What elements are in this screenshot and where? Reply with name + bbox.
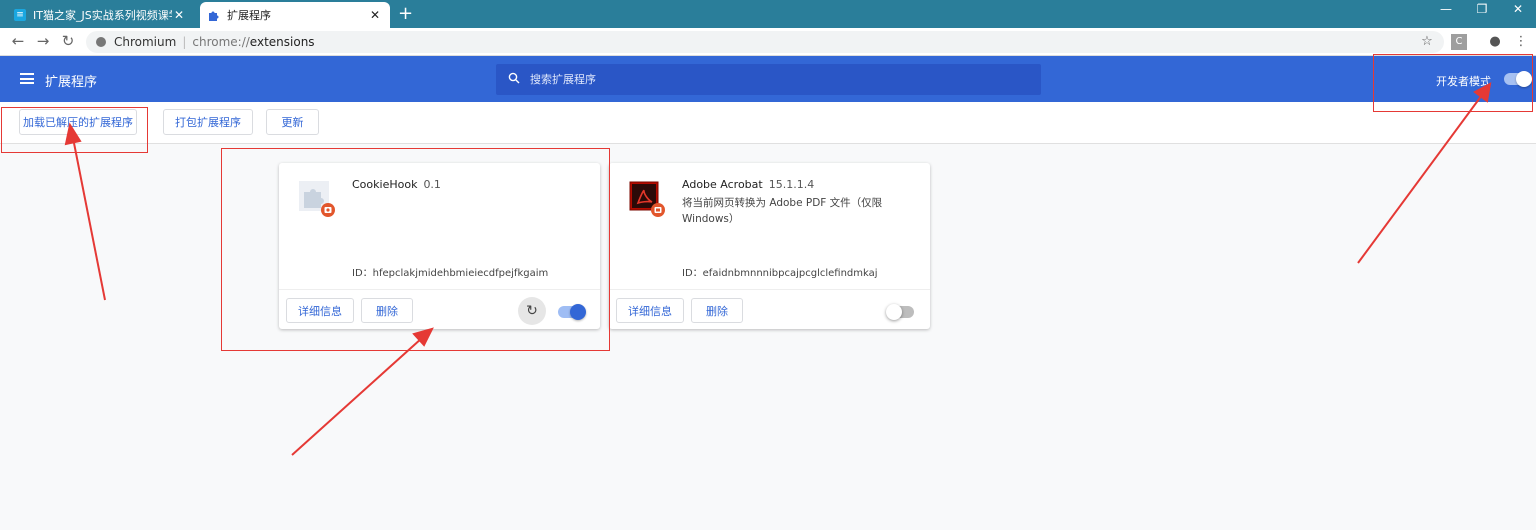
arrow-line	[291, 337, 423, 456]
annotation-box-load-unpacked	[1, 107, 148, 153]
tab-strip: ≡ IT猫之家_JS实战系列视频课学_小 ✕ 扩展程序 ✕ + — ❐ ✕	[0, 0, 1536, 28]
more-menu-icon[interactable]: ⋮	[1512, 34, 1530, 49]
close-icon[interactable]: ✕	[368, 8, 382, 22]
back-icon[interactable]: ←	[8, 32, 28, 50]
extension-id: ID：efaidnbmnnnibpcajpcglclefindmkaj	[682, 268, 878, 279]
extension-enable-toggle[interactable]	[886, 304, 914, 320]
page-icon: ≡	[14, 9, 26, 21]
address-toolbar: ← → ↻ Chromium | chrome:// extensions ☆ …	[0, 28, 1536, 56]
profile-icon[interactable]: ●	[1486, 34, 1504, 49]
close-icon[interactable]: ✕	[172, 8, 186, 22]
annotation-box-extension-card	[221, 148, 610, 351]
extension-version: 15.1.1.4	[768, 178, 815, 191]
extension-description: 将当前网页转换为 Adobe PDF 文件（仅限 Windows）	[682, 197, 883, 225]
forward-icon[interactable]: →	[33, 32, 53, 50]
close-window-icon[interactable]: ✕	[1503, 2, 1533, 16]
update-button[interactable]: 更新	[266, 109, 319, 135]
adobe-acrobat-icon	[629, 181, 665, 217]
page-title: 扩展程序	[45, 75, 98, 90]
site-info-icon[interactable]	[96, 37, 106, 47]
address-scheme: chrome://	[192, 35, 250, 49]
extension-name: Adobe Acrobat 15.1.1.4	[682, 178, 814, 191]
card-footer: 详细信息 删除	[609, 289, 930, 329]
address-divider: |	[182, 35, 187, 49]
search-icon	[508, 72, 520, 88]
star-icon[interactable]: ☆	[1418, 34, 1436, 49]
developer-actions-bar: 加载已解压的扩展程序 打包扩展程序 更新	[0, 102, 1536, 144]
puzzle-icon	[208, 9, 220, 21]
reload-icon[interactable]: ↻	[58, 32, 78, 50]
annotation-box-dev-mode	[1373, 54, 1533, 112]
address-origin: Chromium	[114, 35, 177, 49]
extension-badge-icon[interactable]: C	[1451, 34, 1467, 50]
search-input[interactable]	[530, 73, 1010, 86]
restore-icon[interactable]: ❐	[1467, 2, 1497, 16]
tab-title: 扩展程序	[227, 9, 271, 22]
address-bar[interactable]: Chromium | chrome:// extensions	[86, 31, 1444, 53]
search-box[interactable]	[496, 64, 1041, 95]
address-path: extensions	[249, 35, 315, 49]
pack-extension-button[interactable]: 打包扩展程序	[163, 109, 253, 135]
toggle-knob	[886, 304, 902, 320]
extensions-header: 扩展程序 开发者模式	[0, 56, 1536, 102]
extension-card-adobe-acrobat: Adobe Acrobat 15.1.1.4 将当前网页转换为 Adobe PDF…	[609, 163, 930, 329]
new-tab-icon[interactable]: +	[398, 4, 413, 24]
tab-itmao[interactable]: ≡ IT猫之家_JS实战系列视频课学_小 ✕	[6, 2, 194, 28]
arrow-line	[72, 137, 106, 301]
remove-button[interactable]: 删除	[691, 298, 743, 323]
tab-title: IT猫之家_JS实战系列视频课学_小	[33, 9, 172, 22]
hamburger-menu-icon[interactable]	[20, 73, 34, 84]
extension-title: Adobe Acrobat	[682, 178, 763, 191]
details-button[interactable]: 详细信息	[616, 298, 684, 323]
minimize-icon[interactable]: —	[1431, 2, 1461, 16]
tab-extensions[interactable]: 扩展程序 ✕	[200, 2, 390, 28]
